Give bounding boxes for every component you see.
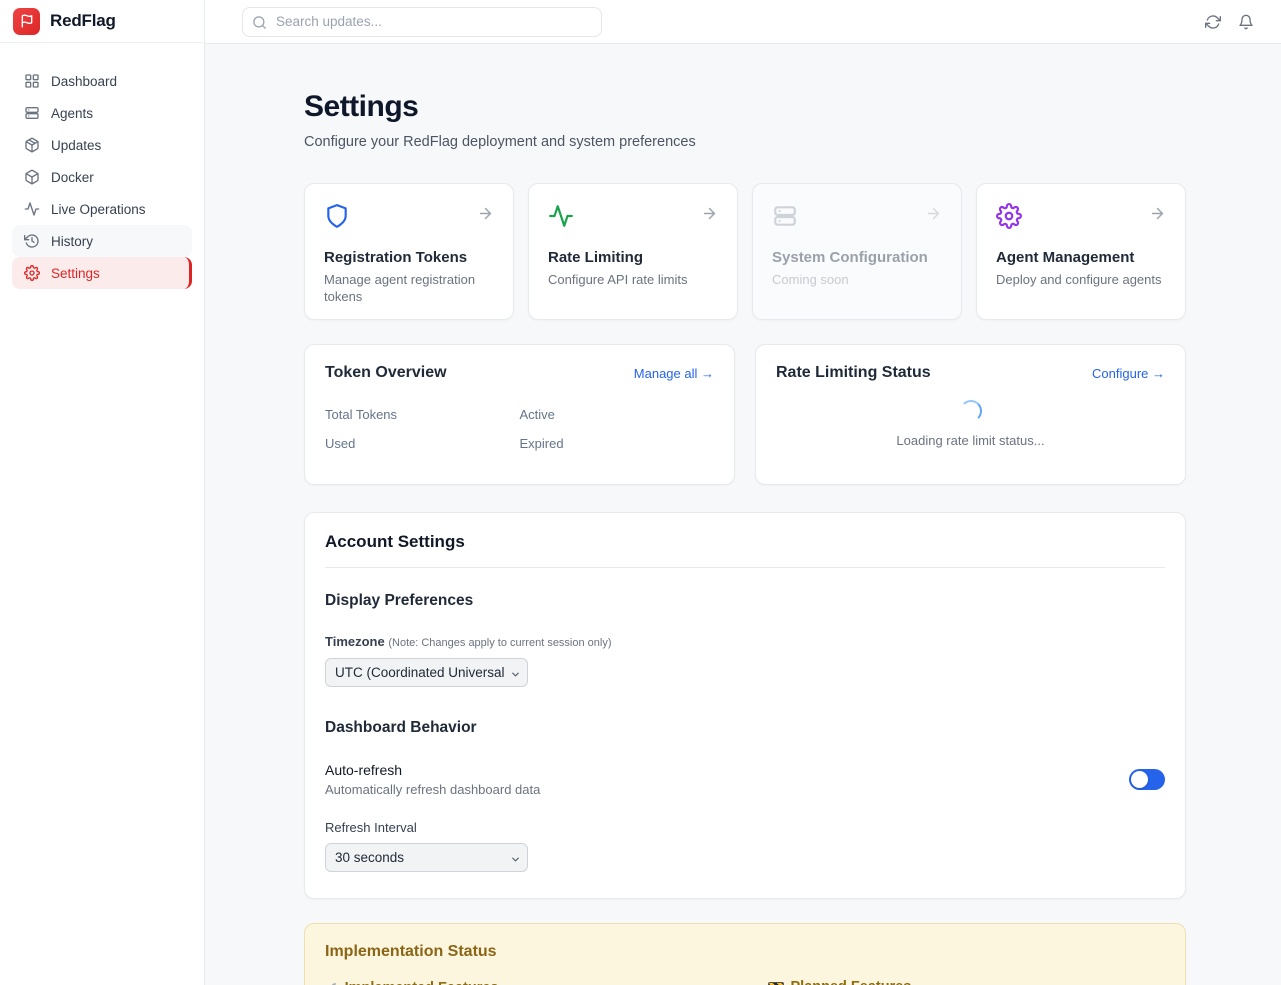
timezone-label: Timezone [325,634,385,649]
loading-text: Loading rate limit status... [896,433,1044,448]
card-rate-limiting[interactable]: Rate Limiting Configure API rate limits [528,183,738,320]
brand[interactable]: RedFlag [0,0,204,43]
sidebar-item-history[interactable]: History [12,225,192,257]
card-desc: Configure API rate limits [548,272,718,289]
card-title: System Configuration [772,249,942,266]
dashboard-behavior-heading: Dashboard Behavior [325,719,1165,737]
sidebar-item-dashboard[interactable]: Dashboard [12,65,192,97]
card-desc: Deploy and configure agents [996,272,1166,289]
auto-refresh-label: Auto-refresh [325,762,540,778]
shield-icon [324,203,350,234]
refresh-icon[interactable] [1205,14,1221,30]
sidebar-item-label: Live Operations [51,202,146,217]
page-title: Settings [304,90,1186,124]
timezone-label-row: Timezone (Note: Changes apply to current… [325,634,1165,649]
timezone-note: (Note: Changes apply to current session … [388,637,611,649]
page-subtitle: Configure your RedFlag deployment and sy… [304,134,1186,150]
implementation-status-panel: Implementation Status ✔ Implemented Feat… [304,923,1186,985]
planned-features-col: Planned Features System configuration ma… [768,979,1166,985]
brand-name: RedFlag [50,11,116,31]
card-title: Agent Management [996,249,1166,266]
sidebar-item-docker[interactable]: Docker [12,161,192,193]
card-registration-tokens[interactable]: Registration Tokens Manage agent registr… [304,183,514,320]
token-label-expired: Expired [520,436,715,451]
sidebar-item-label: Dashboard [51,74,117,89]
configure-link[interactable]: Configure → [1092,366,1165,381]
account-settings-title: Account Settings [325,532,1165,552]
card-desc: Coming soon [772,272,942,289]
implementation-status-title: Implementation Status [325,943,1165,961]
manage-all-link[interactable]: Manage all → [634,366,714,381]
card-title: Rate Limiting [548,249,718,266]
arrow-right-icon [925,205,942,227]
sidebar-item-agents[interactable]: Agents [12,97,192,129]
token-overview-panel: Token Overview Manage all → Total Tokens… [304,344,735,485]
account-settings-panel: Account Settings Display Preferences Tim… [304,512,1186,899]
divider [325,567,1165,568]
card-desc: Manage agent registration tokens [324,272,494,306]
package-icon [24,137,40,153]
arrow-right-icon [477,205,494,227]
planned-features-heading: Planned Features [791,979,912,985]
card-system-configuration: System Configuration Coming soon [752,183,962,320]
quick-cards-row: Registration Tokens Manage agent registr… [304,183,1186,320]
history-icon [24,233,40,249]
overview-panels: Token Overview Manage all → Total Tokens… [304,344,1186,485]
construction-icon [768,982,784,985]
rate-limiting-status-panel: Rate Limiting Status Configure → Loading… [755,344,1186,485]
grid-icon [24,73,40,89]
server-icon [772,203,798,234]
token-overview-title: Token Overview [325,364,447,382]
timezone-select[interactable]: UTC (Coordinated Universal Time) [325,658,528,687]
activity-icon [24,201,40,217]
sidebar-item-label: Agents [51,106,93,121]
bell-icon[interactable] [1238,14,1254,30]
implemented-features-heading: Implemented Features [345,980,499,985]
check-icon: ✔ [325,979,338,985]
token-label-active: Active [520,407,715,422]
sidebar-item-label: Updates [51,138,101,153]
gear-icon [24,265,40,281]
search-wrap [242,7,602,37]
toggle-knob [1131,771,1148,788]
arrow-right-icon [1149,205,1166,227]
gear-icon [996,203,1022,234]
topbar-actions [1205,14,1281,30]
box-icon [24,169,40,185]
refresh-interval-select[interactable]: 30 seconds [325,843,528,872]
implemented-features-col: ✔ Implemented Features Registration toke… [325,979,723,985]
search-icon [252,15,267,35]
token-label-total: Total Tokens [325,407,520,422]
sidebar-nav: Dashboard Agents Updates Docker Live Ope… [0,43,204,289]
search-input[interactable] [242,7,602,37]
main-content: Settings Configure your RedFlag deployme… [205,44,1281,985]
sidebar: RedFlag Dashboard Agents Updates Docker … [0,0,205,985]
auto-refresh-row: Auto-refresh Automatically refresh dashb… [325,762,1165,797]
rate-status-title: Rate Limiting Status [776,364,931,382]
sidebar-item-settings[interactable]: Settings [12,257,192,289]
auto-refresh-desc: Automatically refresh dashboard data [325,782,540,797]
auto-refresh-toggle[interactable] [1129,769,1165,790]
sidebar-item-updates[interactable]: Updates [12,129,192,161]
loading-spinner-icon [960,400,982,422]
topbar [205,0,1281,44]
sidebar-item-label: Settings [51,266,100,281]
card-agent-management[interactable]: Agent Management Deploy and configure ag… [976,183,1186,320]
flag-icon [13,8,40,35]
display-preferences-heading: Display Preferences [325,592,1165,610]
refresh-interval-label: Refresh Interval [325,820,1165,835]
sidebar-item-label: Docker [51,170,94,185]
card-title: Registration Tokens [324,249,494,266]
sidebar-item-label: History [51,234,93,249]
activity-icon [548,203,574,234]
token-label-used: Used [325,436,520,451]
arrow-right-icon [701,205,718,227]
sidebar-item-live-operations[interactable]: Live Operations [12,193,192,225]
server-icon [24,105,40,121]
